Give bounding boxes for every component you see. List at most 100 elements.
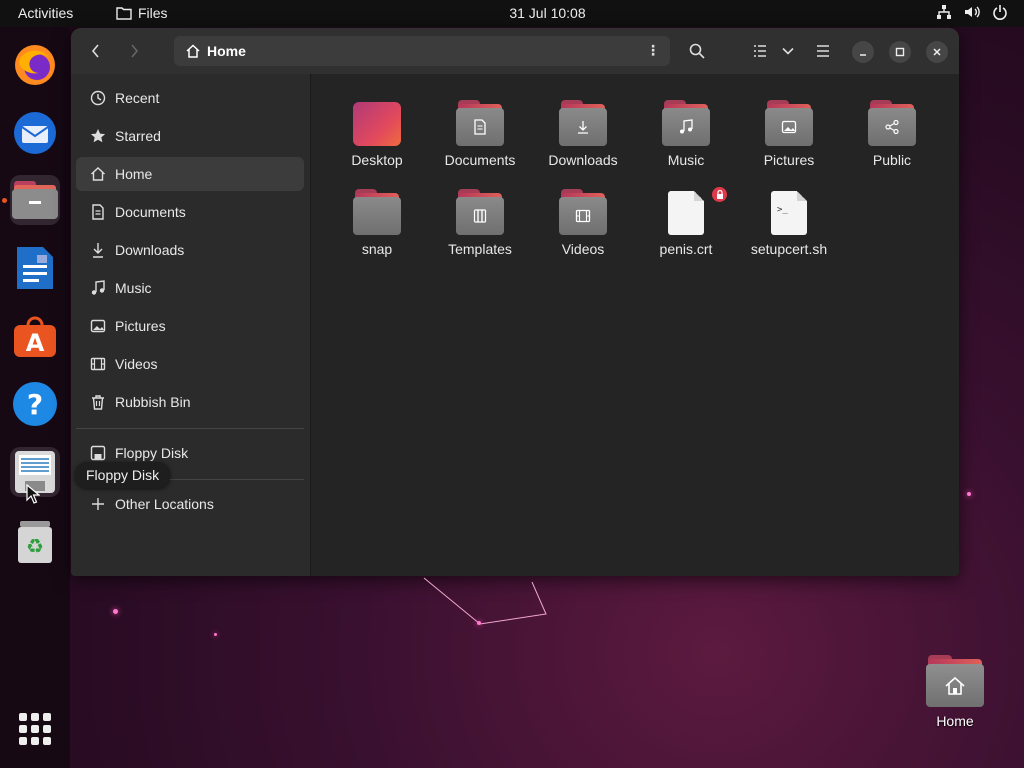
dock-libreoffice-writer[interactable] xyxy=(10,243,60,293)
dock-help[interactable]: ? xyxy=(10,379,60,429)
search-button[interactable] xyxy=(682,36,712,66)
view-options-button[interactable] xyxy=(774,36,802,66)
file-item-music[interactable]: Music xyxy=(636,100,736,168)
picture-icon xyxy=(90,319,106,333)
show-apps-button[interactable] xyxy=(19,713,51,745)
running-indicator xyxy=(2,198,7,203)
close-icon xyxy=(933,48,941,56)
sidebar-item-rubbish-bin[interactable]: Rubbish Bin xyxy=(76,385,304,419)
file-item-videos[interactable]: Videos xyxy=(533,189,633,257)
folder-icon xyxy=(353,189,401,235)
trash-icon: ♻ xyxy=(18,521,52,563)
file-label: Downloads xyxy=(548,152,618,168)
chevron-right-icon xyxy=(131,44,139,58)
sidebar-item-music[interactable]: Music xyxy=(76,271,304,305)
sidebar-item-label: Recent xyxy=(115,90,160,106)
star-decoration xyxy=(113,609,118,614)
network-icon xyxy=(937,5,951,19)
close-button[interactable] xyxy=(926,41,948,63)
firefox-icon xyxy=(15,45,55,85)
file-label: snap xyxy=(361,241,393,257)
svg-text:♻: ♻ xyxy=(26,534,44,558)
sidebar-item-label: Pictures xyxy=(115,318,166,334)
main-menu-button[interactable] xyxy=(808,36,838,66)
sidebar-item-videos[interactable]: Videos xyxy=(76,347,304,381)
dock-thunderbird[interactable] xyxy=(10,108,60,158)
home-folder-icon xyxy=(926,655,984,707)
desktop-folder-icon xyxy=(353,100,401,146)
maximize-button[interactable] xyxy=(889,41,911,63)
star-decoration xyxy=(214,633,217,636)
file-item-downloads[interactable]: Downloads xyxy=(533,100,633,168)
back-button[interactable] xyxy=(81,36,111,66)
constellation-decoration xyxy=(423,577,547,625)
dock: A ? ♻ xyxy=(0,27,70,768)
clock[interactable]: 31 Jul 10:08 xyxy=(0,5,1024,21)
file-item-penis-crt[interactable]: penis.crt xyxy=(636,187,736,257)
folder-templates-icon xyxy=(456,189,504,235)
lock-icon xyxy=(712,187,727,202)
trash-icon xyxy=(92,395,104,410)
minimize-button[interactable] xyxy=(852,41,874,63)
sidebar-item-other-locations[interactable]: Other Locations xyxy=(76,487,304,521)
power-icon xyxy=(993,5,1007,20)
sidebar-divider xyxy=(76,428,304,429)
sidebar-item-home[interactable]: Home xyxy=(76,157,304,191)
file-label: Documents xyxy=(444,152,516,168)
home-icon xyxy=(186,44,200,58)
help-icon: ? xyxy=(13,382,57,426)
sidebar-item-pictures[interactable]: Pictures xyxy=(76,309,304,343)
path-label: Home xyxy=(207,43,246,59)
desktop-home-icon[interactable]: Home xyxy=(920,655,990,729)
file-label: Music xyxy=(667,152,705,168)
system-tray[interactable] xyxy=(936,4,1008,20)
dock-app-center[interactable]: A xyxy=(10,311,60,361)
file-item-templates[interactable]: Templates xyxy=(430,189,530,257)
file-label: Videos xyxy=(561,241,605,257)
file-item-snap[interactable]: snap xyxy=(327,189,427,257)
file-item-desktop[interactable]: Desktop xyxy=(327,100,427,168)
script-file-icon: >_ xyxy=(765,189,813,235)
video-icon xyxy=(90,357,106,371)
volume-icon xyxy=(965,6,980,18)
path-bar[interactable]: Home ⋮ xyxy=(174,36,670,66)
file-label: setupcert.sh xyxy=(750,241,828,257)
file-item-setupcert-sh[interactable]: >_ setupcert.sh xyxy=(739,189,839,257)
file-item-pictures[interactable]: Pictures xyxy=(739,100,839,168)
terminal-prompt-icon: >_ xyxy=(777,205,788,215)
sidebar-item-label: Music xyxy=(115,280,152,296)
sidebar-item-downloads[interactable]: Downloads xyxy=(76,233,304,267)
file-label: Templates xyxy=(448,241,512,257)
sidebar-item-label: Floppy Disk xyxy=(115,445,189,461)
header-bar: Home ⋮ xyxy=(71,28,959,74)
folder-public-icon xyxy=(868,100,916,146)
folder-videos-icon xyxy=(559,189,607,235)
chevron-left-icon xyxy=(91,44,99,58)
forward-button[interactable] xyxy=(119,36,149,66)
mouse-cursor-icon xyxy=(26,484,40,504)
minimize-icon xyxy=(860,54,866,56)
grid-icon xyxy=(19,713,27,721)
path-menu-icon[interactable]: ⋮ xyxy=(646,42,660,59)
dock-firefox[interactable] xyxy=(10,40,60,90)
dock-rubbish-bin[interactable]: ♻ xyxy=(10,517,60,567)
files-window: Home ⋮ Recent Starred Home Documents Dow… xyxy=(71,28,959,576)
music-icon xyxy=(91,280,105,295)
svg-text:A: A xyxy=(26,329,45,357)
download-icon xyxy=(93,243,103,258)
floppy-disk-tooltip: Floppy Disk xyxy=(75,462,171,488)
view-list-button[interactable] xyxy=(746,36,774,66)
list-view-icon xyxy=(754,45,766,57)
dock-files[interactable] xyxy=(10,175,60,225)
file-grid: Desktop Documents Downloads Music Pictur… xyxy=(312,74,959,576)
writer-icon xyxy=(17,247,53,289)
sidebar-item-documents[interactable]: Documents xyxy=(76,195,304,229)
maximize-icon xyxy=(895,47,905,57)
file-item-public[interactable]: Public xyxy=(842,100,942,168)
floppy-icon xyxy=(90,445,106,461)
sidebar-item-starred[interactable]: Starred xyxy=(76,119,304,153)
file-item-documents[interactable]: Documents xyxy=(430,100,530,168)
sidebar-item-recent[interactable]: Recent xyxy=(76,81,304,115)
chevron-down-icon xyxy=(782,47,794,55)
hamburger-icon xyxy=(817,45,829,57)
